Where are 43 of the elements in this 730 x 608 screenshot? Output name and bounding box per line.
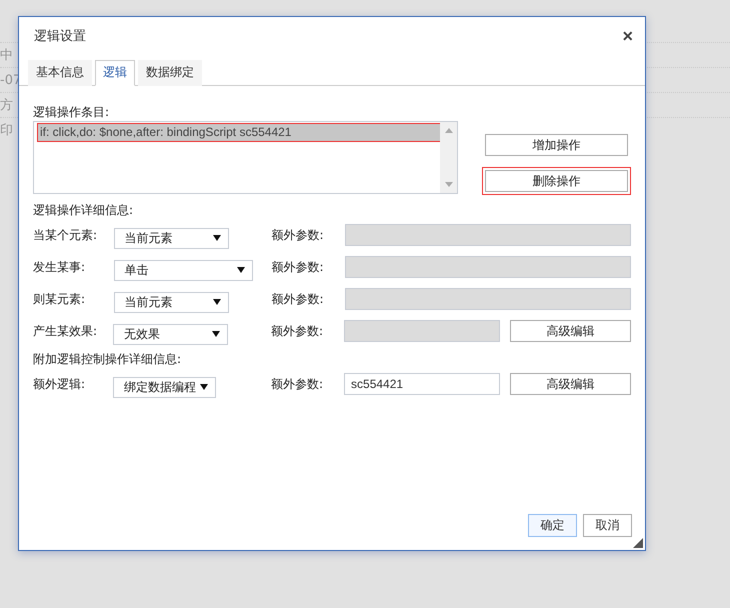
dialog-title: 逻辑设置: [34, 28, 86, 45]
field-label: 额外参数:: [271, 322, 324, 340]
tab[interactable]: 数据绑定: [138, 60, 202, 86]
dialog-button[interactable]: 确定: [528, 514, 577, 537]
dropdown-arrow-icon: [212, 235, 221, 241]
scroll-up-icon[interactable]: [444, 128, 452, 133]
background-text: 方: [0, 97, 13, 114]
field-label: 额外逻辑:: [33, 376, 86, 392]
dropdown-arrow-icon: [200, 384, 208, 390]
advanced-edit-button[interactable]: 高级编辑: [510, 320, 631, 342]
action-button[interactable]: 增加操作: [485, 134, 628, 156]
field-label: 额外参数:: [272, 226, 325, 244]
section-label: 逻辑操作详细信息:: [33, 202, 134, 219]
background-text: 印: [0, 122, 13, 139]
action-button[interactable]: 删除操作: [485, 170, 628, 192]
dropdown[interactable]: 当前元素: [114, 228, 229, 248]
close-button[interactable]: ×: [622, 27, 633, 45]
background-text: 中: [0, 47, 13, 64]
dropdown[interactable]: 单击: [114, 260, 253, 280]
list-box[interactable]: if: click,do: $none,after: bindingScript sc554421: [33, 121, 458, 194]
dropdown[interactable]: 无效果: [113, 324, 228, 344]
field-label: 额外参数:: [271, 376, 324, 392]
field-label: 额外参数:: [272, 258, 325, 276]
scrollbar[interactable]: [440, 122, 457, 193]
field-label: 发生某事:: [33, 258, 86, 276]
tab[interactable]: 逻辑: [95, 60, 135, 86]
section-label: 逻辑操作条目:: [33, 104, 110, 121]
dropdown[interactable]: 当前元素: [114, 292, 229, 312]
advanced-edit-button[interactable]: 高级编辑: [510, 373, 631, 395]
dialog-button[interactable]: 取消: [583, 514, 632, 537]
field-label: 产生某效果:: [33, 322, 98, 340]
input-field[interactable]: sc554421: [344, 373, 500, 395]
field-label: 当某个元素:: [33, 226, 98, 244]
field-label: 额外参数:: [272, 290, 325, 308]
scroll-down-icon[interactable]: [444, 182, 452, 187]
tab[interactable]: 基本信息: [28, 60, 92, 86]
section-label: 附加逻辑控制操作详细信息:: [33, 351, 182, 368]
field-label: 则某元素:: [33, 290, 86, 308]
resize-grip-icon[interactable]: [633, 538, 643, 548]
dropdown-arrow-icon: [212, 331, 220, 337]
dropdown-arrow-icon: [236, 267, 245, 273]
dropdown[interactable]: 绑定数据编程: [113, 376, 216, 398]
dropdown-arrow-icon: [212, 299, 221, 305]
